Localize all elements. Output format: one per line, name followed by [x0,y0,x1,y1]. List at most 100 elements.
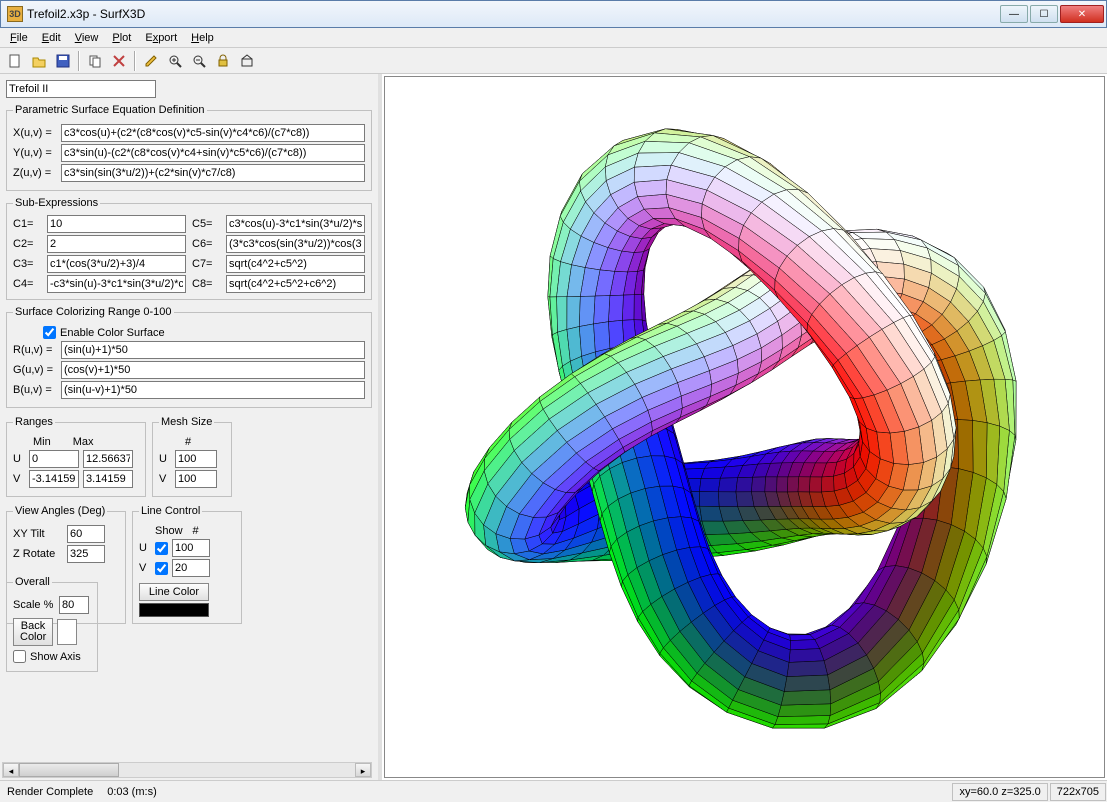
line-u-count-input[interactable] [172,539,210,557]
menu-plot[interactable]: Plot [106,30,137,46]
window-title: Trefoil2.x3p - SurfX3D [27,7,1000,21]
line-u-label: U [139,542,151,554]
c3-input[interactable] [47,255,186,273]
ranges-legend: Ranges [13,416,55,428]
menu-file[interactable]: File [4,30,34,46]
colorizing-legend: Surface Colorizing Range 0-100 [13,306,174,318]
range-v-label: V [13,473,25,485]
c4-label: C4= [13,278,45,290]
y-equation-input[interactable] [61,144,365,162]
min-header: Min [33,436,51,448]
line-color-swatch [139,603,209,617]
scale-input[interactable] [59,596,89,614]
b-equation-input[interactable] [61,381,365,399]
minimize-button[interactable]: — [1000,5,1028,23]
scroll-thumb[interactable] [19,763,119,777]
x-label: X(u,v) = [13,127,57,139]
y-label: Y(u,v) = [13,147,57,159]
g-equation-input[interactable] [61,361,365,379]
mesh-u-input[interactable] [175,450,217,468]
c1-input[interactable] [47,215,186,233]
equation-fieldset: Parametric Surface Equation Definition X… [6,104,372,191]
status-time: 0:03 (m:s) [101,784,163,800]
c7-label: C7= [192,258,224,270]
equation-legend: Parametric Surface Equation Definition [13,104,207,116]
maximize-button[interactable]: ☐ [1030,5,1058,23]
refresh-icon[interactable] [236,50,258,72]
c8-label: C8= [192,278,224,290]
zoom-in-icon[interactable] [164,50,186,72]
show-axis-checkbox[interactable] [13,650,26,663]
c6-label: C6= [192,238,224,250]
new-icon[interactable] [4,50,26,72]
line-u-show-checkbox[interactable] [155,542,168,555]
line-color-button[interactable]: Line Color [139,583,209,601]
x-equation-input[interactable] [61,124,365,142]
range-u-label: U [13,453,25,465]
c8-input[interactable] [226,275,365,293]
scroll-left-icon[interactable]: ◂ [3,763,19,777]
scale-label: Scale % [13,599,55,611]
u-min-input[interactable] [29,450,79,468]
line-v-count-input[interactable] [172,559,210,577]
r-equation-input[interactable] [61,341,365,359]
line-hash-header: # [193,525,199,537]
pencil-icon[interactable] [140,50,162,72]
line-control-legend: Line Control [139,505,202,517]
c4-input[interactable] [47,275,186,293]
c7-input[interactable] [226,255,365,273]
show-axis-label: Show Axis [30,651,81,663]
c6-input[interactable] [226,235,365,253]
save-icon[interactable] [52,50,74,72]
trefoil-render [395,82,1095,772]
overall-legend: Overall [13,576,52,588]
status-dims: 722x705 [1050,783,1106,801]
r-label: R(u,v) = [13,344,57,356]
menu-bar: File Edit View Plot Export Help [0,28,1107,48]
mesh-v-input[interactable] [175,470,217,488]
mesh-u-label: U [159,453,171,465]
menu-export[interactable]: Export [139,30,183,46]
line-v-label: V [139,562,151,574]
open-icon[interactable] [28,50,50,72]
c1-label: C1= [13,218,45,230]
tilt-input[interactable] [67,525,105,543]
copy-icon[interactable] [84,50,106,72]
enable-color-checkbox[interactable] [43,326,56,339]
panel-scrollbar[interactable]: ◂ ▸ [2,762,372,778]
zoom-out-icon[interactable] [188,50,210,72]
scroll-right-icon[interactable]: ▸ [355,763,371,777]
tilt-label: XY Tilt [13,528,63,540]
surface-name-input[interactable] [6,80,156,98]
mesh-hash-header: # [185,436,191,448]
z-label: Z(u,v) = [13,167,57,179]
menu-view[interactable]: View [69,30,105,46]
status-render: Render Complete [1,784,99,800]
c2-input[interactable] [47,235,186,253]
line-v-show-checkbox[interactable] [155,562,168,575]
menu-help[interactable]: Help [185,30,220,46]
back-color-swatch [57,619,77,645]
parameter-panel: Parametric Surface Equation Definition X… [0,74,378,780]
mesh-v-label: V [159,473,171,485]
menu-edit[interactable]: Edit [36,30,67,46]
rotate-input[interactable] [67,545,105,563]
v-min-input[interactable] [29,470,79,488]
delete-icon[interactable] [108,50,130,72]
c2-label: C2= [13,238,45,250]
max-header: Max [73,436,94,448]
line-control-fieldset: Line Control Show # U V Line Color [132,505,242,624]
lock-icon[interactable] [212,50,234,72]
splitter[interactable] [378,74,382,780]
subexpr-legend: Sub-Expressions [13,197,100,209]
colorizing-fieldset: Surface Colorizing Range 0-100 Enable Co… [6,306,372,408]
back-color-button[interactable]: Back Color [13,618,53,646]
render-viewport[interactable] [384,76,1105,778]
app-icon: 3D [7,6,23,22]
u-max-input[interactable] [83,450,133,468]
z-equation-input[interactable] [61,164,365,182]
c5-input[interactable] [226,215,365,233]
close-button[interactable]: ✕ [1060,5,1104,23]
v-max-input[interactable] [83,470,133,488]
subexpr-fieldset: Sub-Expressions C1= C5= C2= C6= C3= C7= … [6,197,372,300]
